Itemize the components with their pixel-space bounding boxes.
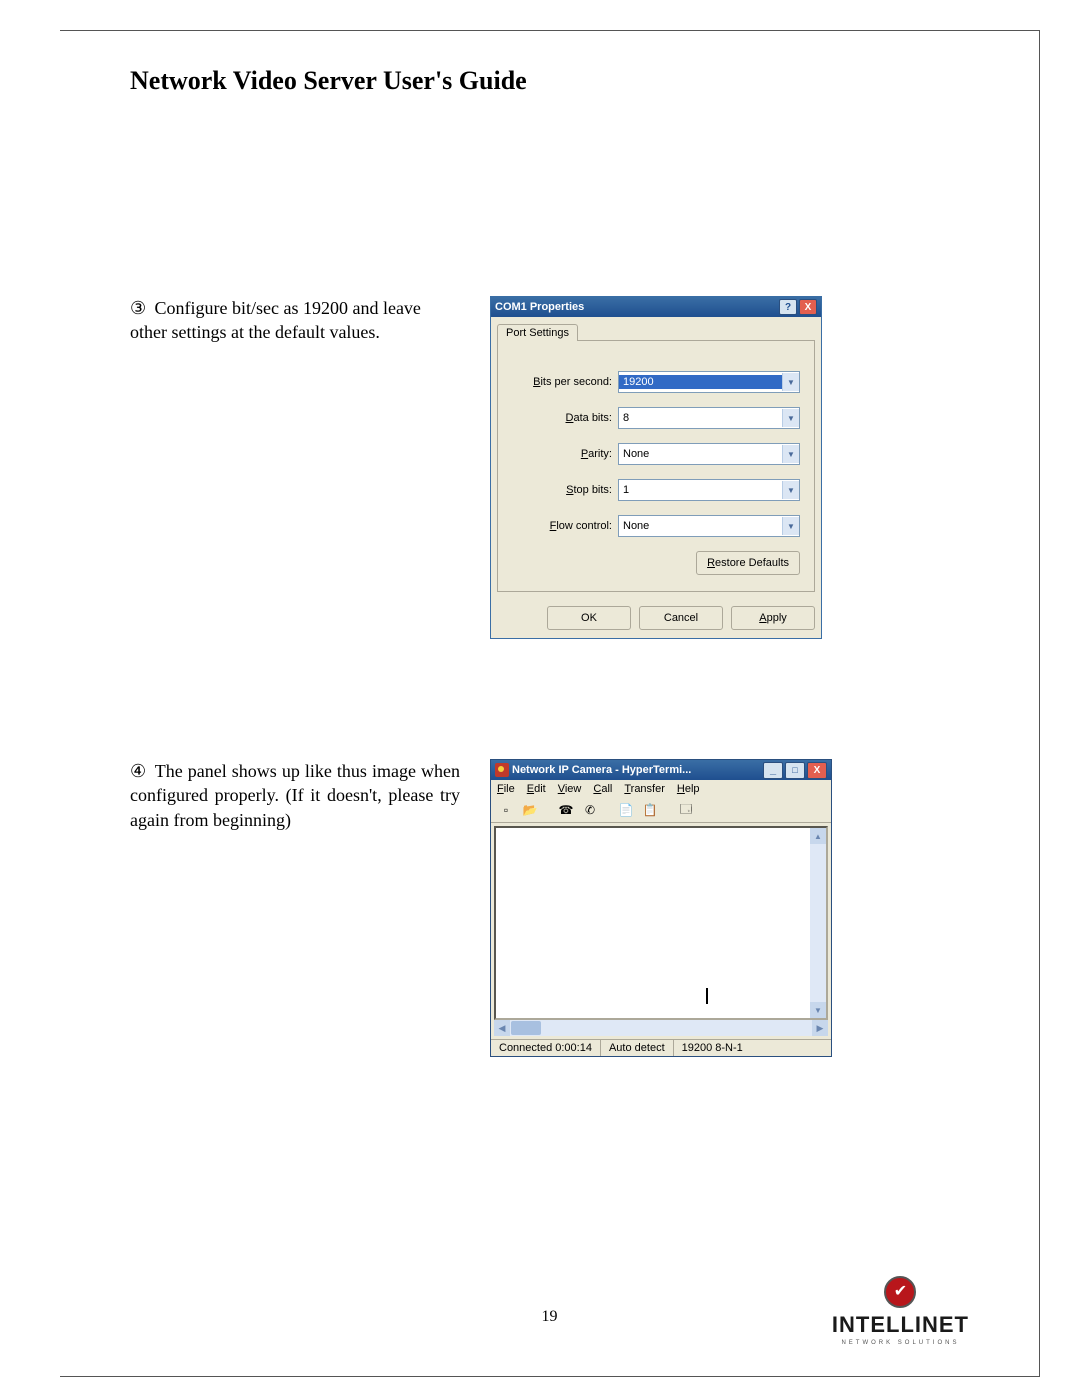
label-parity: Parity: bbox=[512, 448, 618, 460]
restore-row: Restore Defaults bbox=[512, 551, 800, 575]
menu-call[interactable]: Call bbox=[593, 783, 612, 795]
combo-value: 19200 bbox=[619, 375, 782, 389]
label-data-bits: Data bits: bbox=[512, 412, 618, 424]
dialog-footer: OK Cancel Apply bbox=[491, 598, 821, 638]
combo-parity[interactable]: None ▼ bbox=[618, 443, 800, 465]
chevron-down-icon[interactable]: ▼ bbox=[782, 517, 799, 535]
logo-text: INTELLINET bbox=[832, 1312, 969, 1338]
send-icon[interactable]: 📄 bbox=[617, 801, 635, 819]
step-4-row: ④ The panel shows up like thus image whe… bbox=[130, 759, 969, 1057]
close-icon[interactable]: X bbox=[799, 299, 817, 315]
text-cursor bbox=[706, 988, 708, 1004]
status-bar: Connected 0:00:14 Auto detect 19200 8-N-… bbox=[491, 1039, 831, 1056]
status-detect: Auto detect bbox=[601, 1040, 674, 1056]
cancel-button[interactable]: Cancel bbox=[639, 606, 723, 630]
apply-button[interactable]: Apply bbox=[731, 606, 815, 630]
menu-bar: File Edit View Call Transfer Help bbox=[491, 780, 831, 798]
scroll-left-icon[interactable]: ◀ bbox=[494, 1020, 510, 1036]
chevron-down-icon[interactable]: ▼ bbox=[782, 373, 799, 391]
chevron-down-icon[interactable]: ▼ bbox=[782, 445, 799, 463]
page-frame: Network Video Server User's Guide ③ Conf… bbox=[60, 30, 1040, 1377]
chevron-down-icon[interactable]: ▼ bbox=[782, 481, 799, 499]
properties-icon[interactable]: 🗔 bbox=[677, 801, 695, 819]
label-bits-per-second: Bits per second: bbox=[512, 376, 618, 388]
terminal-area: ▲ ▼ ◀ ▶ bbox=[491, 823, 831, 1039]
help-icon[interactable]: ? bbox=[779, 299, 797, 315]
field-stop-bits: Stop bits: 1 ▼ bbox=[512, 479, 800, 501]
connect-icon[interactable]: ☎ bbox=[557, 801, 575, 819]
logo-mark-icon bbox=[884, 1276, 916, 1308]
combo-value: 1 bbox=[619, 483, 782, 497]
ok-button[interactable]: OK bbox=[547, 606, 631, 630]
menu-view[interactable]: View bbox=[558, 783, 582, 795]
tab-panel: Bits per second: 19200 ▼ Data bits: 8 bbox=[497, 340, 815, 592]
label-flow-control: Flow control: bbox=[512, 520, 618, 532]
combo-bits-per-second[interactable]: 19200 ▼ bbox=[618, 371, 800, 393]
combo-stop-bits[interactable]: 1 ▼ bbox=[618, 479, 800, 501]
document-title: Network Video Server User's Guide bbox=[130, 66, 969, 96]
dialog-title: COM1 Properties bbox=[495, 301, 777, 313]
dialog-body: Port Settings Bits per second: 19200 ▼ bbox=[491, 317, 821, 598]
close-icon[interactable]: X bbox=[807, 762, 827, 779]
disconnect-icon[interactable]: ✆ bbox=[581, 801, 599, 819]
restore-defaults-button[interactable]: Restore Defaults bbox=[696, 551, 800, 575]
scroll-up-icon[interactable]: ▲ bbox=[810, 828, 826, 844]
menu-file[interactable]: File bbox=[497, 783, 515, 795]
step-4-marker: ④ bbox=[130, 759, 150, 783]
step-3-text: ③ Configure bit/sec as 19200 and leave o… bbox=[130, 296, 460, 345]
step-3-figure: COM1 Properties ? X Port Settings Bits p… bbox=[490, 296, 969, 639]
chevron-down-icon[interactable]: ▼ bbox=[782, 409, 799, 427]
menu-help[interactable]: Help bbox=[677, 783, 700, 795]
menu-edit[interactable]: Edit bbox=[527, 783, 546, 795]
page-outer: Network Video Server User's Guide ③ Conf… bbox=[0, 0, 1080, 1397]
vertical-scrollbar[interactable]: ▲ ▼ bbox=[810, 828, 826, 1018]
tab-port-settings[interactable]: Port Settings bbox=[497, 324, 578, 341]
combo-value: None bbox=[619, 519, 782, 533]
field-data-bits: Data bits: 8 ▼ bbox=[512, 407, 800, 429]
minimize-icon[interactable]: _ bbox=[763, 762, 783, 779]
open-file-icon[interactable]: 📂 bbox=[521, 801, 539, 819]
label-stop-bits: Stop bits: bbox=[512, 484, 618, 496]
app-icon bbox=[495, 763, 509, 777]
new-file-icon[interactable]: ▫ bbox=[497, 801, 515, 819]
field-parity: Parity: None ▼ bbox=[512, 443, 800, 465]
horizontal-scrollbar[interactable]: ◀ ▶ bbox=[494, 1020, 828, 1036]
step-4-body: The panel shows up like thus image when … bbox=[130, 761, 460, 830]
dialog-titlebar: COM1 Properties ? X bbox=[491, 297, 821, 317]
combo-data-bits[interactable]: 8 ▼ bbox=[618, 407, 800, 429]
receive-icon[interactable]: 📋 bbox=[641, 801, 659, 819]
logo-subtext: NETWORK SOLUTIONS bbox=[832, 1340, 969, 1346]
combo-value: 8 bbox=[619, 411, 782, 425]
scroll-right-icon[interactable]: ▶ bbox=[812, 1020, 828, 1036]
brand-logo: INTELLINET NETWORK SOLUTIONS bbox=[832, 1276, 969, 1346]
window-title: Network IP Camera - HyperTermi... bbox=[512, 764, 761, 776]
maximize-icon[interactable]: □ bbox=[785, 762, 805, 779]
hyperterminal-window: Network IP Camera - HyperTermi... _ □ X … bbox=[490, 759, 832, 1057]
page-number: 19 bbox=[542, 1308, 558, 1326]
combo-value: None bbox=[619, 447, 782, 461]
field-bits-per-second: Bits per second: 19200 ▼ bbox=[512, 371, 800, 393]
scroll-down-icon[interactable]: ▼ bbox=[810, 1002, 826, 1018]
status-mode: 19200 8-N-1 bbox=[674, 1040, 751, 1056]
step-3-marker: ③ bbox=[130, 296, 150, 320]
com1-properties-dialog: COM1 Properties ? X Port Settings Bits p… bbox=[490, 296, 822, 639]
step-3-body: Configure bit/sec as 19200 and leave oth… bbox=[130, 298, 421, 342]
menu-transfer[interactable]: Transfer bbox=[624, 783, 665, 795]
status-connected: Connected 0:00:14 bbox=[491, 1040, 601, 1056]
combo-flow-control[interactable]: None ▼ bbox=[618, 515, 800, 537]
step-4-figure: Network IP Camera - HyperTermi... _ □ X … bbox=[490, 759, 969, 1057]
scroll-thumb[interactable] bbox=[511, 1021, 541, 1035]
window-titlebar: Network IP Camera - HyperTermi... _ □ X bbox=[491, 760, 831, 780]
toolbar: ▫ 📂 ☎ ✆ 📄 📋 🗔 bbox=[491, 798, 831, 823]
terminal[interactable]: ▲ ▼ bbox=[494, 826, 828, 1020]
field-flow-control: Flow control: None ▼ bbox=[512, 515, 800, 537]
step-4-text: ④ The panel shows up like thus image whe… bbox=[130, 759, 460, 832]
step-3-row: ③ Configure bit/sec as 19200 and leave o… bbox=[130, 296, 969, 639]
